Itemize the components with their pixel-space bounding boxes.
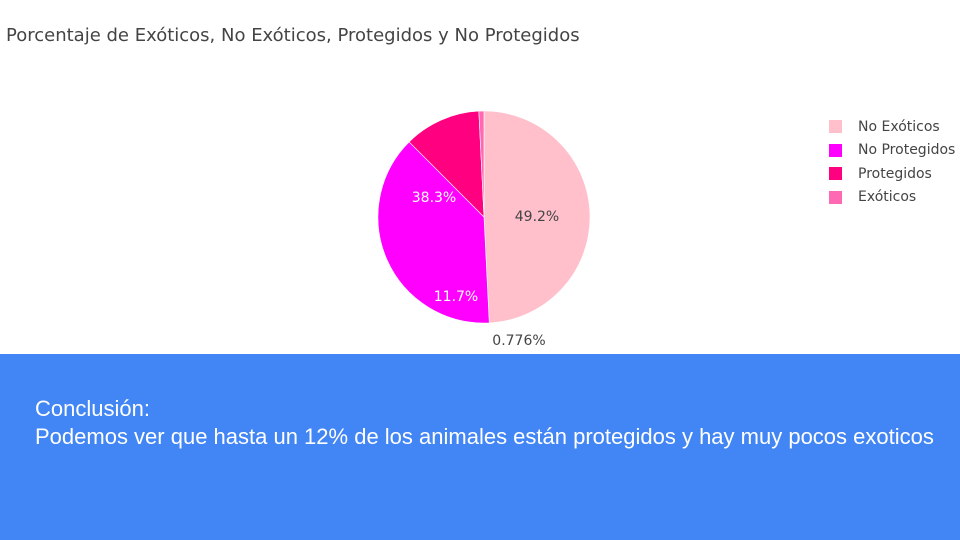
legend-item-exoticos[interactable]: Exóticos bbox=[829, 186, 955, 210]
legend: No Exóticos No Protegidos Protegidos Exó… bbox=[829, 115, 955, 209]
pie-chart: 49.2% 38.3% 11.7% 0.776% bbox=[377, 110, 591, 349]
conclusion-text: Conclusión: Podemos ver que hasta un 12%… bbox=[35, 395, 935, 451]
chart-area: Porcentaje de Exóticos, No Exóticos, Pro… bbox=[0, 0, 960, 354]
conclusion-panel: Conclusión: Podemos ver que hasta un 12%… bbox=[0, 354, 960, 540]
pie-label-no-protegidos: 38.3% bbox=[412, 190, 456, 206]
legend-label: Protegidos bbox=[858, 165, 932, 182]
legend-swatch bbox=[829, 143, 842, 157]
pie-label-no-exoticos: 49.2% bbox=[515, 209, 559, 225]
legend-swatch bbox=[829, 190, 842, 204]
legend-label: No Protegidos bbox=[858, 142, 956, 159]
pie-label-exoticos: 0.776% bbox=[492, 333, 545, 349]
legend-label: Exóticos bbox=[858, 189, 917, 206]
pie-label-protegidos: 11.7% bbox=[434, 289, 478, 305]
legend-item-no-protegidos[interactable]: No Protegidos bbox=[829, 139, 955, 163]
legend-swatch bbox=[829, 167, 842, 181]
legend-swatch bbox=[829, 120, 842, 134]
conclusion-heading: Conclusión: bbox=[35, 396, 150, 421]
legend-item-protegidos[interactable]: Protegidos bbox=[829, 162, 955, 186]
conclusion-body: Podemos ver que hasta un 12% de los anim… bbox=[35, 424, 934, 449]
legend-item-no-exoticos[interactable]: No Exóticos bbox=[829, 115, 955, 139]
legend-label: No Exóticos bbox=[858, 118, 940, 135]
